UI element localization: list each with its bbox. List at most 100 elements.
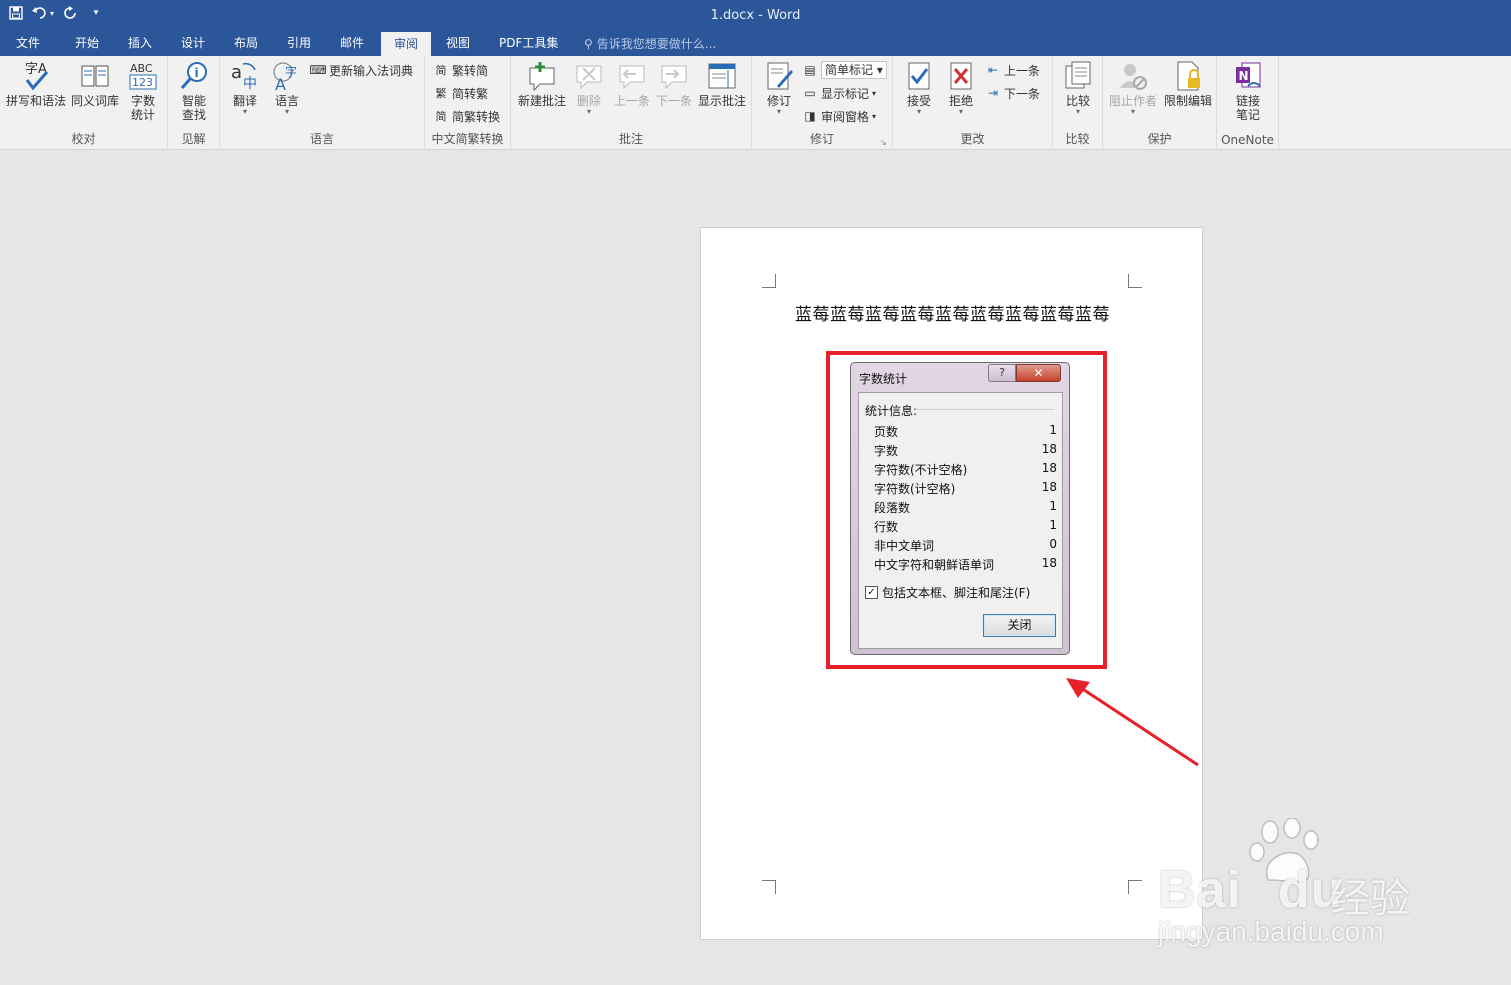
simplified-to-traditional-icon: 繁: [435, 87, 447, 100]
word-count-label-2: 统计: [130, 108, 155, 122]
word-count-icon: ABC 123: [127, 60, 159, 92]
svg-text:A: A: [275, 75, 286, 92]
language-label: 语言: [274, 94, 299, 108]
tell-me-search[interactable]: ⚲ 告诉我您想要做什么...: [584, 32, 716, 56]
delete-dropdown-icon: ▾: [586, 107, 591, 116]
language-dropdown-icon: ▾: [284, 107, 289, 116]
tab-review[interactable]: 审阅: [381, 32, 431, 56]
track-changes-button[interactable]: 修订 ▾: [754, 60, 804, 122]
tab-insert[interactable]: 插入: [122, 32, 158, 56]
close-icon: ✕: [1033, 366, 1044, 380]
new-comment-icon: [526, 60, 558, 92]
reject-dropdown-icon: ▾: [958, 107, 963, 116]
restrict-editing-button[interactable]: 限制编辑: [1161, 60, 1215, 122]
new-comment-label: 新建批注: [517, 94, 566, 108]
group-label-insights: 见解: [181, 132, 206, 146]
traditional-to-simplified-button[interactable]: 简 繁转简: [433, 60, 489, 80]
delete-comment-icon: [573, 60, 605, 92]
book-icon: [79, 60, 111, 92]
tab-mailings[interactable]: 邮件: [334, 32, 370, 56]
help-button[interactable]: ?: [988, 364, 1016, 382]
reviewing-pane-button[interactable]: ◨ 审阅窗格 ▾: [802, 106, 876, 126]
simplified-to-traditional-button[interactable]: 繁 简转繁: [433, 83, 489, 103]
stat-row: 页数 1: [874, 423, 1057, 442]
tab-file[interactable]: 文件: [10, 32, 46, 56]
include-textboxes-option[interactable]: ✓ 包括文本框、脚注和尾注(F): [865, 584, 1030, 601]
dialog-body: 统计信息: 页数 1 字数 18 字符数(不计空格) 18 字符数(计空格) 18 段落…: [858, 392, 1063, 649]
accept-icon: [903, 60, 935, 92]
tab-home[interactable]: 开始: [69, 32, 105, 56]
group-label-compare: 比较: [1065, 132, 1090, 146]
tab-references[interactable]: 引用: [281, 32, 317, 56]
dialog-close-button[interactable]: ✕: [1016, 364, 1061, 382]
ribbon: 字A 拼写和语法 同义词库 ABC 123 字数 统计 校对 i 智能 查找 见…: [0, 56, 1511, 150]
group-label-language: 语言: [309, 132, 334, 146]
block-authors-dropdown-icon: ▾: [1130, 107, 1135, 116]
group-language: a中 翻译 ▾ 字A 语言 ▾ ⌨ 更新输入法词典 语言: [220, 56, 425, 150]
stat-label: 页数: [874, 425, 899, 439]
block-authors-icon: [1117, 60, 1149, 92]
stats-divider: [915, 409, 1054, 410]
chinese-conversion-icon: 简: [435, 110, 447, 123]
previous-change-icon: ⇤: [987, 63, 999, 77]
group-proofing: 字A 拼写和语法 同义词库 ABC 123 字数 统计 校对: [0, 56, 168, 150]
group-changes: 接受 ▾ 拒绝 ▾ ⇤ 上一条 ⇥ 下一条 更改: [893, 56, 1053, 150]
compare-icon: [1062, 60, 1094, 92]
new-comment-button[interactable]: 新建批注: [515, 60, 569, 122]
restrict-editing-label: 限制编辑: [1163, 94, 1212, 108]
simple-markup-label: 简单标记: [825, 63, 874, 77]
thesaurus-button[interactable]: 同义词库: [70, 60, 120, 122]
group-comments: 新建批注 删除 ▾ 上一条 下一条 显示批注 批注: [511, 56, 752, 150]
linked-notes-button[interactable]: N 链接 笔记: [1223, 60, 1273, 122]
simple-markup-dropdown[interactable]: 简单标记 ▾: [821, 61, 887, 79]
show-comments-icon: [706, 60, 738, 92]
previous-change-button[interactable]: ⇤ 上一条: [985, 60, 1040, 80]
stat-label: 中文字符和朝鲜语单词: [874, 558, 995, 572]
chinese-conversion-button[interactable]: 简 简繁转换: [433, 106, 501, 126]
show-comments-button[interactable]: 显示批注: [695, 60, 749, 122]
ribbon-tabs: 文件 开始 插入 设计 布局 引用 邮件 审阅 视图 PDF工具集 ⚲ 告诉我您…: [0, 32, 1511, 56]
margin-corner-mark: [1128, 880, 1142, 894]
block-authors-label: 阻止作者: [1108, 94, 1157, 108]
group-label-chinese-conversion: 中文简繁转换: [431, 132, 504, 146]
group-protect: 阻止作者 ▾ 限制编辑 保护: [1103, 56, 1217, 150]
next-change-button[interactable]: ⇥ 下一条: [985, 83, 1040, 103]
smart-lookup-button[interactable]: i 智能 查找: [169, 60, 219, 122]
next-comment-button[interactable]: 下一条: [649, 60, 699, 122]
markup-display-select[interactable]: ▤ 简单标记 ▾: [802, 60, 887, 80]
watermark-brand: Bai: [1158, 861, 1242, 919]
delete-comment-label: 删除: [576, 94, 601, 108]
tab-view[interactable]: 视图: [440, 32, 476, 56]
tab-design[interactable]: 设计: [175, 32, 211, 56]
group-label-onenote: OneNote: [1221, 133, 1274, 147]
reject-button[interactable]: 拒绝 ▾: [936, 60, 986, 122]
stat-value: 0: [1049, 537, 1057, 551]
language-button[interactable]: 字A 语言 ▾: [262, 60, 312, 122]
group-chinese-conversion: 简 繁转简 繁 简转繁 简 简繁转换 中文简繁转换: [425, 56, 511, 150]
group-label-proofing: 校对: [71, 132, 96, 146]
delete-comment-button[interactable]: 删除 ▾: [565, 60, 613, 122]
smart-lookup-label-1: 智能: [181, 94, 206, 108]
stat-row: 字符数(计空格) 18: [874, 480, 1057, 499]
stat-value: 18: [1041, 556, 1057, 570]
tracking-dialog-launcher-icon[interactable]: ↘: [880, 138, 889, 147]
stat-row: 行数 1: [874, 518, 1057, 537]
stat-value: 18: [1041, 442, 1057, 456]
block-authors-button[interactable]: 阻止作者 ▾: [1107, 60, 1159, 122]
dialog-title: 字数统计: [859, 372, 908, 386]
tab-pdf-tools[interactable]: PDF工具集: [493, 32, 564, 56]
stat-label: 段落数: [874, 501, 911, 515]
linked-notes-label-2: 笔记: [1235, 108, 1260, 122]
stat-row: 非中文单词 0: [874, 537, 1057, 556]
tab-layout[interactable]: 布局: [228, 32, 264, 56]
reviewing-pane-icon: ◨: [804, 109, 816, 123]
close-button[interactable]: 关闭: [983, 614, 1056, 637]
spelling-grammar-button[interactable]: 字A 拼写和语法: [4, 60, 68, 122]
compare-button[interactable]: 比较 ▾: [1053, 60, 1103, 122]
include-textboxes-checkbox[interactable]: ✓: [865, 586, 878, 599]
word-count-button[interactable]: ABC 123 字数 统计: [118, 60, 168, 122]
stat-value: 18: [1041, 480, 1057, 494]
update-ime-dictionary-button[interactable]: ⌨ 更新输入法词典: [309, 60, 413, 80]
document-text[interactable]: 蓝莓蓝莓蓝莓蓝莓蓝莓蓝莓蓝莓蓝莓蓝莓: [701, 300, 1204, 325]
show-markup-button[interactable]: ▭ 显示标记 ▾: [802, 83, 876, 103]
